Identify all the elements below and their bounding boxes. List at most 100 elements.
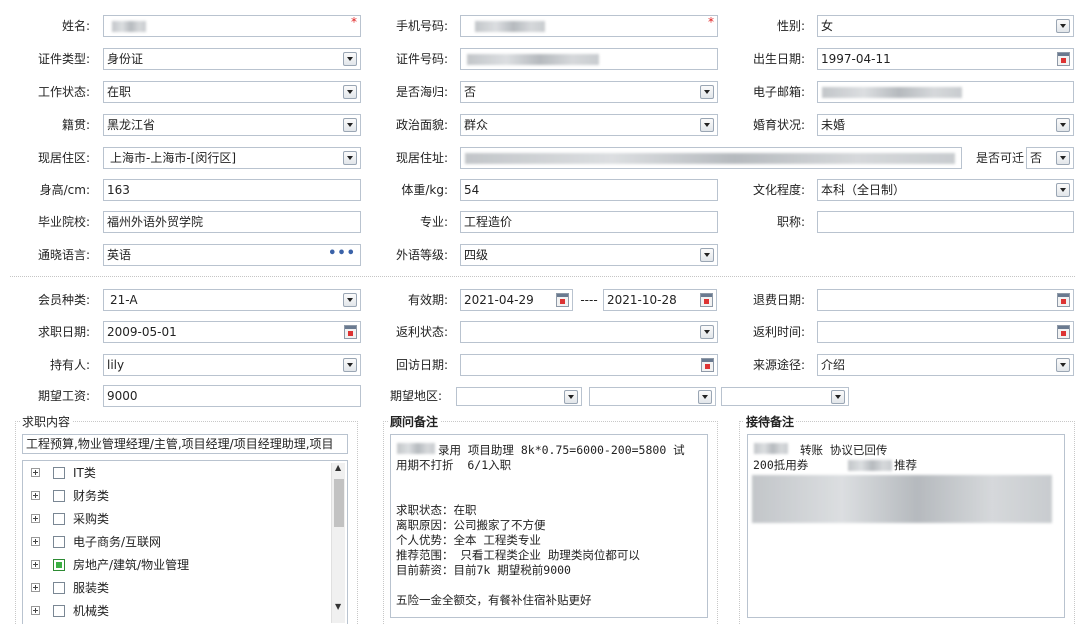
chevron-down-icon[interactable] — [1056, 118, 1070, 132]
validity-start-field[interactable]: 2021-04-29 — [460, 289, 573, 311]
tree-scrollbar[interactable]: ▲ ▼ — [331, 463, 345, 623]
member-type-select[interactable]: 21-A — [103, 289, 361, 311]
advisor-notes-textarea[interactable]: 录用 项目助理 8k*0.75=6000-200=5800 试 用期不打折 6/… — [390, 434, 708, 618]
email-label: 电子邮箱: — [752, 85, 805, 99]
reception-notes-textarea[interactable]: 转账 协议已回传 200抵用券 推荐 — [747, 434, 1065, 618]
residence-area-label: 现居住区: — [37, 151, 90, 165]
mobile-field[interactable]: * — [460, 15, 718, 37]
chevron-down-icon[interactable] — [343, 52, 357, 66]
rebate-status-label: 返利状态: — [395, 325, 448, 339]
school-field[interactable]: 福州外语外贸学院 — [103, 211, 361, 233]
job-title-field[interactable] — [817, 211, 1074, 233]
chevron-down-icon[interactable] — [343, 118, 357, 132]
visit-date-field[interactable] — [460, 354, 718, 376]
region-district-select[interactable] — [721, 387, 849, 406]
salary-field[interactable]: 9000 — [103, 385, 361, 407]
expand-icon[interactable] — [31, 468, 40, 477]
gender-select[interactable]: 女 — [817, 15, 1074, 37]
marital-select[interactable]: 未婚 — [817, 114, 1074, 136]
weight-label: 体重/kg: — [401, 183, 448, 197]
work-status-select[interactable]: 在职 — [103, 81, 361, 103]
region-province-select[interactable] — [456, 387, 582, 406]
job-selected-field[interactable]: 工程预算,物业管理经理/主管,项目经理/项目经理助理,项目 — [22, 434, 348, 454]
chevron-down-icon[interactable] — [343, 358, 357, 372]
rebate-time-field[interactable] — [817, 321, 1074, 343]
rebate-status-select[interactable] — [460, 321, 718, 343]
expand-icon[interactable] — [31, 537, 40, 546]
name-field[interactable]: * — [103, 15, 361, 37]
validity-end-field[interactable]: 2021-10-28 — [603, 289, 717, 311]
scroll-thumb[interactable] — [334, 479, 344, 527]
job-date-field[interactable]: 2009-05-01 — [103, 321, 361, 343]
calendar-icon[interactable] — [701, 358, 714, 372]
scroll-down-icon[interactable]: ▼ — [335, 603, 341, 611]
expand-icon[interactable] — [31, 514, 40, 523]
id-type-select[interactable]: 身份证 — [103, 48, 361, 70]
validity-start-value: 2021-04-29 — [464, 293, 534, 307]
calendar-icon[interactable] — [700, 293, 713, 307]
language-level-select[interactable]: 四级 — [460, 244, 718, 266]
checkbox[interactable] — [53, 467, 65, 479]
checkbox[interactable] — [53, 490, 65, 502]
member-type-value: 21-A — [110, 293, 138, 307]
political-value: 群众 — [464, 118, 489, 132]
chevron-down-icon[interactable] — [343, 293, 357, 307]
chevron-down-icon[interactable] — [1056, 151, 1070, 165]
chevron-down-icon[interactable] — [343, 85, 357, 99]
validity-end-value: 2021-10-28 — [607, 293, 677, 307]
source-select[interactable]: 介绍 — [817, 354, 1074, 376]
language-value: 英语 — [107, 248, 132, 262]
relocate-select[interactable]: 否 — [1026, 147, 1074, 169]
major-field[interactable]: 工程造价 — [460, 211, 718, 233]
holder-select[interactable]: lily — [103, 354, 361, 376]
visit-date-label: 回访日期: — [395, 358, 448, 372]
expand-icon[interactable] — [31, 583, 40, 592]
chevron-down-icon[interactable] — [343, 151, 357, 165]
calendar-icon[interactable] — [1057, 325, 1070, 339]
checkbox[interactable] — [53, 513, 65, 525]
address-field[interactable] — [460, 147, 962, 169]
chevron-down-icon[interactable] — [700, 118, 714, 132]
residence-area-select[interactable]: 上海市-上海市-[闵行区] — [103, 147, 361, 169]
checkbox[interactable] — [53, 582, 65, 594]
refund-date-field[interactable] — [817, 289, 1074, 311]
checkbox[interactable] — [53, 536, 65, 548]
chevron-down-icon[interactable] — [831, 390, 845, 404]
checkbox[interactable] — [53, 605, 65, 617]
chevron-down-icon[interactable] — [1056, 19, 1070, 33]
height-field[interactable]: 163 — [103, 179, 361, 201]
email-field[interactable] — [817, 81, 1074, 103]
chevron-down-icon[interactable] — [700, 248, 714, 262]
calendar-icon[interactable] — [1057, 52, 1070, 66]
calendar-icon[interactable] — [556, 293, 569, 307]
validity-label: 有效期: — [407, 293, 448, 307]
id-number-field[interactable] — [460, 48, 718, 70]
native-place-select[interactable]: 黑龙江省 — [103, 114, 361, 136]
reception-line2a: 200抵用券 — [753, 458, 809, 472]
education-label: 文化程度: — [752, 183, 805, 197]
returnee-select[interactable]: 否 — [460, 81, 718, 103]
checkbox-checked[interactable] — [53, 559, 65, 571]
scroll-up-icon[interactable]: ▲ — [335, 464, 341, 472]
expand-icon[interactable] — [31, 560, 40, 569]
job-tree[interactable]: ▲ ▼ IT类 财务类 采购类 电子商务/互联网 房地产/建筑/物业管理 服装类… — [22, 460, 348, 624]
chevron-down-icon[interactable] — [564, 390, 578, 404]
region-city-select[interactable] — [589, 387, 716, 406]
weight-field[interactable]: 54 — [460, 179, 718, 201]
chevron-down-icon[interactable] — [698, 390, 712, 404]
political-select[interactable]: 群众 — [460, 114, 718, 136]
chevron-down-icon[interactable] — [1056, 358, 1070, 372]
calendar-icon[interactable] — [344, 325, 357, 339]
chevron-down-icon[interactable] — [700, 325, 714, 339]
language-field[interactable]: 英语 ••• — [103, 244, 361, 266]
education-select[interactable]: 本科（全日制） — [817, 179, 1074, 201]
more-options-icon[interactable]: ••• — [328, 245, 356, 263]
residence-area-value: 上海市-上海市-[闵行区] — [110, 151, 237, 165]
chevron-down-icon[interactable] — [700, 85, 714, 99]
birth-date-field[interactable]: 1997-04-11 — [817, 48, 1074, 70]
expand-icon[interactable] — [31, 606, 40, 615]
returnee-label: 是否海归: — [395, 85, 448, 99]
expand-icon[interactable] — [31, 491, 40, 500]
calendar-icon[interactable] — [1057, 293, 1070, 307]
chevron-down-icon[interactable] — [1056, 183, 1070, 197]
